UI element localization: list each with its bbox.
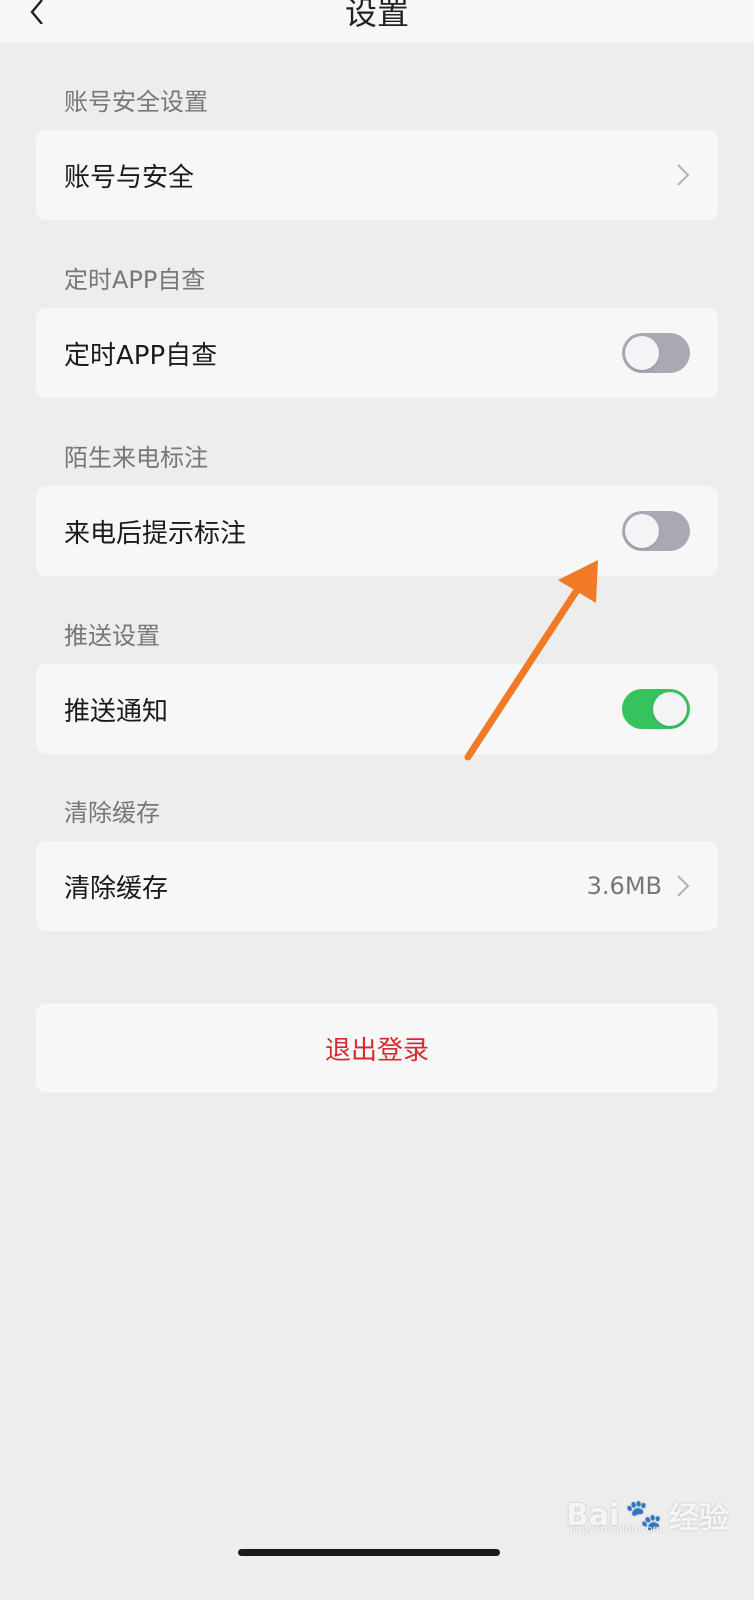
account-security-row[interactable]: 账号与安全 xyxy=(36,130,718,220)
cache-size-value: 3.6MB xyxy=(586,872,662,900)
logout-label: 退出登录 xyxy=(324,1035,429,1066)
toggle-knob xyxy=(653,692,687,726)
chevron-right-icon xyxy=(676,163,690,187)
top-bar: 设置 xyxy=(0,0,754,42)
section-title-stranger-call-tag: 陌生来电标注 xyxy=(64,444,208,472)
clear-cache-label: 清除缓存 xyxy=(64,873,169,904)
account-security-label: 账号与安全 xyxy=(64,162,195,193)
call-tag-prompt-label: 来电后提示标注 xyxy=(64,518,247,549)
baidu-watermark-logo: Bai 🐾 经验 jingyan.baidu.com xyxy=(566,1490,736,1540)
section-title-push-settings: 推送设置 xyxy=(64,622,160,650)
section-title-app-self-check: 定时APP自查 xyxy=(64,266,206,294)
home-indicator[interactable] xyxy=(238,1549,500,1556)
push-notification-row: 推送通知 xyxy=(36,664,718,754)
section-title-account-security: 账号安全设置 xyxy=(64,88,208,116)
page-title: 设置 xyxy=(344,0,409,32)
logout-button[interactable]: 退出登录 xyxy=(36,1003,718,1093)
app-self-check-toggle[interactable] xyxy=(622,333,690,373)
clear-cache-row[interactable]: 清除缓存 3.6MB xyxy=(36,841,718,931)
section-title-clear-cache: 清除缓存 xyxy=(64,799,160,827)
watermark-text-2: 经验 xyxy=(668,1501,729,1536)
push-notification-toggle[interactable] xyxy=(622,689,690,729)
push-notification-label: 推送通知 xyxy=(64,696,169,727)
call-tag-prompt-toggle[interactable] xyxy=(622,511,690,551)
toggle-knob xyxy=(625,336,659,370)
call-tag-prompt-row: 来电后提示标注 xyxy=(36,486,718,576)
app-self-check-row: 定时APP自查 xyxy=(36,308,718,398)
chevron-right-icon xyxy=(676,874,690,898)
watermark-sub: jingyan.baidu.com xyxy=(570,1524,663,1535)
toggle-knob xyxy=(625,514,659,548)
app-self-check-label: 定时APP自查 xyxy=(64,340,218,371)
